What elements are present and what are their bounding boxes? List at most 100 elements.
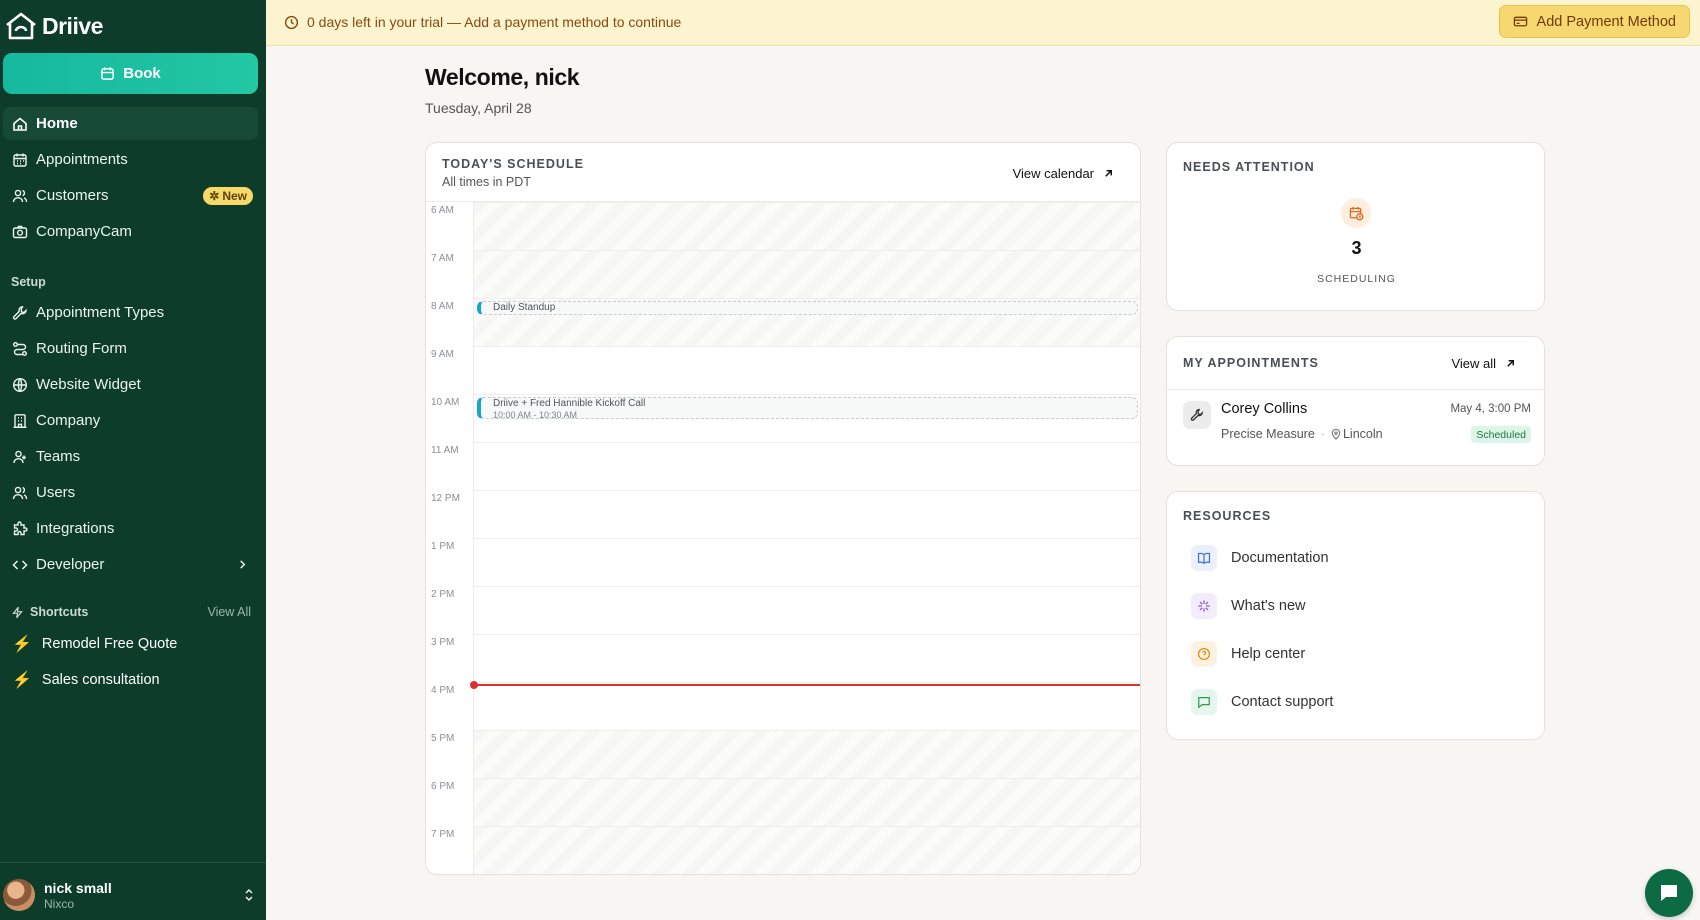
hour-row[interactable] bbox=[474, 346, 1140, 394]
arrow-up-right-icon bbox=[1105, 170, 1112, 177]
sidebar-item-label: Users bbox=[36, 484, 76, 501]
teams-icon bbox=[13, 450, 26, 463]
appointment-type: Precise Measure bbox=[1221, 427, 1315, 441]
wrench-icon bbox=[12, 305, 27, 320]
hour-row[interactable] bbox=[474, 538, 1140, 586]
view-calendar-link[interactable]: View calendar bbox=[1013, 166, 1114, 181]
view-all-appointments-link[interactable]: View all bbox=[1451, 356, 1516, 371]
sidebar-item-label: Routing Form bbox=[36, 340, 127, 357]
view-calendar-label: View calendar bbox=[1012, 166, 1094, 181]
sidebar-item-label: Company bbox=[36, 412, 101, 429]
hour-label: 6 PM bbox=[431, 781, 455, 792]
appointment-row[interactable]: Corey Collins Precise Measure · Lincoln … bbox=[1167, 390, 1546, 466]
arrow-up-right-icon bbox=[1507, 360, 1514, 367]
new-badge-label: New bbox=[222, 189, 247, 203]
schedule-timeline[interactable]: 6 AM 7 AM 8 AM 9 AM 10 AM 11 AM 12 PM 1 PM 2 PM 3… bbox=[426, 202, 1140, 874]
resources-title: RESOURCES bbox=[1183, 509, 1272, 523]
appointment-customer-name: Corey Collins bbox=[1221, 401, 1308, 417]
shortcut-remodel-free-quote[interactable]: ⚡ Remodel Free Quote bbox=[12, 634, 177, 654]
sidebar-item-developer[interactable]: Developer bbox=[3, 548, 258, 581]
hour-row[interactable] bbox=[474, 586, 1140, 634]
sidebar-item-label: Appointments bbox=[36, 151, 128, 168]
bolt-icon: ⚡ bbox=[12, 672, 32, 689]
chevron-up-down-icon bbox=[245, 888, 253, 902]
resource-label: Contact support bbox=[1231, 694, 1334, 710]
status-badge: Scheduled bbox=[1471, 426, 1531, 443]
sidebar-item-label: Appointment Types bbox=[36, 304, 165, 321]
wrench-icon bbox=[1183, 401, 1211, 429]
book-button[interactable]: Book bbox=[3, 53, 258, 94]
chat-launcher-button[interactable] bbox=[1645, 869, 1693, 917]
map-pin-icon bbox=[1331, 428, 1341, 440]
hour-row[interactable] bbox=[474, 778, 1140, 826]
sidebar-item-teams[interactable]: Teams bbox=[3, 440, 258, 473]
needs-attention-card[interactable]: NEEDS ATTENTION 3 SCHEDULING bbox=[1166, 142, 1545, 311]
shortcuts-title: Shortcuts bbox=[30, 605, 89, 619]
chevron-right-icon bbox=[240, 560, 246, 569]
shortcut-label: Remodel Free Quote bbox=[41, 636, 178, 652]
trial-banner-text: 0 days left in your trial — Add a paymen… bbox=[307, 14, 682, 30]
hour-label: 8 AM bbox=[431, 301, 454, 312]
shortcut-sales-consultation[interactable]: ⚡ Sales consultation bbox=[12, 670, 160, 690]
sparkle-icon bbox=[1191, 593, 1217, 619]
hour-row[interactable] bbox=[474, 826, 1140, 874]
hour-row[interactable] bbox=[474, 442, 1140, 490]
hour-row[interactable] bbox=[474, 202, 1140, 250]
resource-label: Help center bbox=[1231, 646, 1306, 662]
hour-label: 4 PM bbox=[431, 685, 455, 696]
hour-label: 1 PM bbox=[431, 541, 455, 552]
hour-label: 9 AM bbox=[431, 349, 454, 360]
hour-row[interactable] bbox=[474, 634, 1140, 682]
current-date: Tuesday, April 28 bbox=[425, 100, 532, 116]
calendar-event[interactable]: Daily Standup bbox=[477, 301, 1138, 315]
my-appointments-card: MY APPOINTMENTS View all Corey Collins P… bbox=[1166, 336, 1546, 466]
separator-dot: · bbox=[1320, 427, 1325, 441]
resource-help-center-link[interactable]: Help center bbox=[1191, 639, 1305, 669]
resource-whats-new-link[interactable]: What's new bbox=[1191, 591, 1306, 621]
add-payment-method-button[interactable]: Add Payment Method bbox=[1498, 5, 1690, 38]
todays-schedule-card: TODAY'S SCHEDULE All times in PDT View c… bbox=[425, 142, 1141, 875]
message-icon bbox=[1191, 689, 1217, 715]
event-time: 10:00 AM - 10:30 AM bbox=[493, 410, 578, 420]
sidebar-item-companycam[interactable]: CompanyCam bbox=[3, 215, 258, 248]
hour-label: 10 AM bbox=[431, 397, 460, 408]
current-time-dot bbox=[470, 681, 478, 689]
user-menu[interactable]: nick small Nixco bbox=[3, 876, 261, 914]
users-icon bbox=[12, 189, 28, 202]
sidebar-item-integrations[interactable]: Integrations bbox=[3, 512, 258, 545]
avatar bbox=[3, 879, 35, 911]
sidebar-item-label: Integrations bbox=[36, 520, 115, 537]
calendar-event[interactable]: Driive + Fred Hannible Kickoff Call 10:00… bbox=[477, 397, 1138, 420]
hour-row[interactable] bbox=[474, 490, 1140, 538]
sidebar-item-company[interactable]: Company bbox=[3, 404, 258, 437]
scheduling-count: 3 bbox=[1351, 238, 1362, 258]
sidebar-item-appointments[interactable]: Appointments bbox=[3, 143, 258, 176]
view-all-label: View all bbox=[1451, 356, 1496, 371]
sidebar-item-users[interactable]: Users bbox=[3, 476, 258, 509]
users-icon bbox=[12, 486, 28, 499]
sidebar-item-home[interactable]: Home bbox=[3, 107, 258, 140]
page-title: Welcome, nick bbox=[425, 64, 580, 90]
hour-row[interactable] bbox=[474, 682, 1140, 730]
hour-label: 6 AM bbox=[431, 205, 454, 216]
appointment-location: Lincoln bbox=[1342, 427, 1383, 441]
clock-icon bbox=[284, 15, 299, 29]
sidebar-item-customers[interactable]: Customers ✲ New bbox=[3, 179, 258, 212]
resource-documentation-link[interactable]: Documentation bbox=[1191, 543, 1329, 573]
hour-row[interactable] bbox=[474, 250, 1140, 298]
resource-contact-support-link[interactable]: Contact support bbox=[1191, 687, 1333, 717]
hour-row[interactable] bbox=[474, 730, 1140, 778]
sidebar-item-routing-form[interactable]: Routing Form bbox=[3, 332, 258, 365]
sidebar-item-appointment-types[interactable]: Appointment Types bbox=[3, 296, 258, 329]
event-title: Daily Standup bbox=[493, 302, 556, 313]
sidebar-item-label: Website Widget bbox=[36, 376, 141, 393]
hour-label: 5 PM bbox=[431, 733, 455, 744]
hour-label: 11 AM bbox=[431, 445, 459, 456]
shortcuts-view-all-link[interactable]: View All bbox=[207, 605, 251, 619]
appointment-datetime: May 4, 3:00 PM bbox=[1450, 403, 1531, 415]
trial-banner: 0 days left in your trial — Add a paymen… bbox=[266, 0, 1700, 46]
schedule-timezone: All times in PDT bbox=[442, 175, 531, 189]
sidebar-item-website-widget[interactable]: Website Widget bbox=[3, 368, 258, 401]
resource-label: What's new bbox=[1231, 598, 1306, 614]
brand-logo[interactable]: Driive bbox=[4, 11, 103, 41]
